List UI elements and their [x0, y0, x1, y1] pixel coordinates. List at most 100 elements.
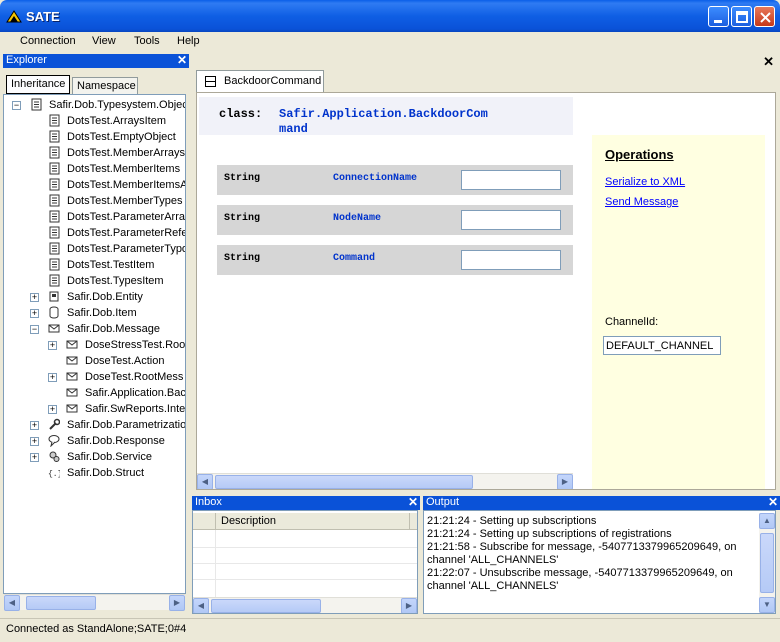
tab-namespace[interactable]: Namespace [72, 77, 138, 95]
document-tab-label: BackdoorCommand [224, 75, 322, 87]
tree-item-label: DotsTest.MemberItems [67, 163, 181, 175]
tree-item[interactable]: + Safir.Dob.Service [4, 449, 185, 465]
explorer-close-icon[interactable]: ✕ [177, 53, 187, 67]
tree-item-label: DotsTest.TestItem [67, 259, 155, 271]
tree-item[interactable]: DotsTest.ParameterArra [4, 209, 185, 225]
command-input[interactable] [461, 250, 561, 270]
output-log[interactable]: 21:21:24 - Setting up subscriptions 21:2… [423, 510, 776, 614]
expand-icon[interactable]: + [30, 437, 39, 446]
channel-id-label: ChannelId: [605, 316, 659, 328]
channel-id-input[interactable] [603, 336, 721, 355]
menu-help[interactable]: Help [177, 35, 200, 47]
tree-item[interactable]: + Safir.Dob.Item [4, 305, 185, 321]
nodename-input[interactable] [461, 210, 561, 230]
tree-horizontal-scrollbar[interactable]: ◀ ▶ [4, 594, 185, 611]
inbox-close-icon[interactable]: ✕ [408, 495, 418, 509]
close-button[interactable] [754, 6, 775, 27]
tree-item-label: DoseTest.RootMess [85, 371, 184, 383]
menu-view[interactable]: View [92, 35, 116, 47]
field-type: String [224, 253, 261, 264]
maximize-button[interactable] [731, 6, 752, 27]
scroll-left-icon[interactable]: ◀ [197, 474, 213, 489]
minimize-button[interactable] [708, 6, 729, 27]
menu-tools[interactable]: Tools [134, 35, 160, 47]
tree-item[interactable]: DotsTest.TypesItem [4, 273, 185, 289]
tree-item[interactable]: DotsTest.ArraysItem [4, 113, 185, 129]
output-line: channel 'ALL_CHANNELS' [427, 580, 559, 592]
tree-item[interactable]: DoseTest.Action [4, 353, 185, 369]
field-name: NodeName [333, 213, 382, 224]
scroll-right-icon[interactable]: ▶ [401, 598, 417, 613]
tab-backdoor-command[interactable]: BackdoorCommand [196, 70, 324, 92]
wrench-icon [49, 418, 60, 430]
close-icon [760, 12, 771, 23]
scroll-left-icon[interactable]: ◀ [4, 595, 20, 611]
tab-namespace-label: Namespace [77, 80, 136, 92]
envelope-icon [48, 324, 60, 333]
inbox-list[interactable]: Description ◀ ▶ [192, 510, 418, 614]
scroll-right-icon[interactable]: ▶ [557, 474, 573, 489]
document-icon [49, 114, 60, 127]
operations-panel: Operations Serialize to XML Send Message… [592, 135, 765, 489]
expand-icon[interactable]: + [30, 421, 39, 430]
scroll-up-icon[interactable]: ▲ [759, 513, 775, 529]
app-logo-icon [6, 10, 22, 23]
scroll-left-icon[interactable]: ◀ [193, 598, 209, 613]
tree-item[interactable]: + Safir.Dob.Entity [4, 289, 185, 305]
scroll-right-icon[interactable]: ▶ [169, 595, 185, 611]
expand-icon[interactable]: + [30, 293, 39, 302]
send-message-link[interactable]: Send Message [605, 196, 678, 208]
tree-item[interactable]: Safir.Application.Bac [4, 385, 185, 401]
serialize-xml-link[interactable]: Serialize to XML [605, 176, 685, 188]
scroll-thumb[interactable] [211, 599, 321, 613]
tree-item[interactable]: + Safir.SwReports.Inte [4, 401, 185, 417]
expand-icon[interactable]: + [30, 309, 39, 318]
connectionname-input[interactable] [461, 170, 561, 190]
minimize-icon [714, 20, 722, 23]
tree-item-label: Safir.Dob.Item [67, 307, 137, 319]
tree-item[interactable]: DotsTest.MemberItemsA [4, 177, 185, 193]
output-close-icon[interactable]: ✕ [768, 495, 778, 509]
expand-icon[interactable]: + [48, 341, 57, 350]
output-vertical-scrollbar[interactable]: ▲ ▼ [759, 513, 775, 613]
tab-inheritance[interactable]: Inheritance [6, 75, 70, 94]
inbox-horizontal-scrollbar[interactable]: ◀ ▶ [193, 597, 417, 613]
inheritance-tree[interactable]: − Safir.Dob.Typesystem.Objec DotsTest.Arra… [3, 94, 186, 594]
expand-icon[interactable]: + [48, 405, 57, 414]
tree-item[interactable]: + Safir.Dob.Parametrizatio [4, 417, 185, 433]
tree-item[interactable]: DotsTest.TestItem [4, 257, 185, 273]
tree-item[interactable]: DotsTest.MemberTypes [4, 193, 185, 209]
tree-item[interactable]: − Safir.Dob.Typesystem.Objec [4, 97, 185, 113]
menu-connection[interactable]: Connection [20, 35, 76, 47]
tree-item-label: DotsTest.ParameterTypo [67, 243, 186, 255]
tree-item[interactable]: + DoseStressTest.Roo [4, 337, 185, 353]
tree-item[interactable]: DotsTest.ParameterRefe [4, 225, 185, 241]
tree-item[interactable]: − Safir.Dob.Message [4, 321, 185, 337]
document-horizontal-scrollbar[interactable]: ◀ ▶ [197, 473, 573, 489]
tree-item[interactable]: DotsTest.MemberArrays [4, 145, 185, 161]
title-bar[interactable]: SATE [0, 0, 780, 32]
tree-item[interactable]: + DoseTest.RootMess [4, 369, 185, 385]
document-close-icon[interactable]: ✕ [763, 54, 774, 70]
expand-icon[interactable]: + [30, 453, 39, 462]
inbox-title: Inbox [195, 496, 222, 508]
field-name: Command [333, 253, 376, 264]
document-icon [31, 98, 42, 111]
scroll-thumb[interactable] [26, 596, 96, 610]
tree-item[interactable]: {.} Safir.Dob.Struct [4, 465, 185, 481]
tree-item[interactable]: + Safir.Dob.Response [4, 433, 185, 449]
class-name-line1: Safir.Application.BackdoorCom [279, 107, 488, 121]
scroll-down-icon[interactable]: ▼ [759, 597, 775, 613]
document-icon [49, 162, 60, 175]
tree-item[interactable]: DotsTest.EmptyObject [4, 129, 185, 145]
collapse-icon[interactable]: − [30, 325, 39, 334]
description-column[interactable]: Description [221, 515, 276, 527]
tree-item[interactable]: DotsTest.MemberItems [4, 161, 185, 177]
field-type: String [224, 173, 261, 184]
collapse-icon[interactable]: − [12, 101, 21, 110]
envelope-icon [66, 388, 78, 397]
scroll-thumb[interactable] [760, 533, 774, 593]
expand-icon[interactable]: + [48, 373, 57, 382]
scroll-thumb[interactable] [215, 475, 473, 489]
tree-item[interactable]: DotsTest.ParameterTypo [4, 241, 186, 257]
